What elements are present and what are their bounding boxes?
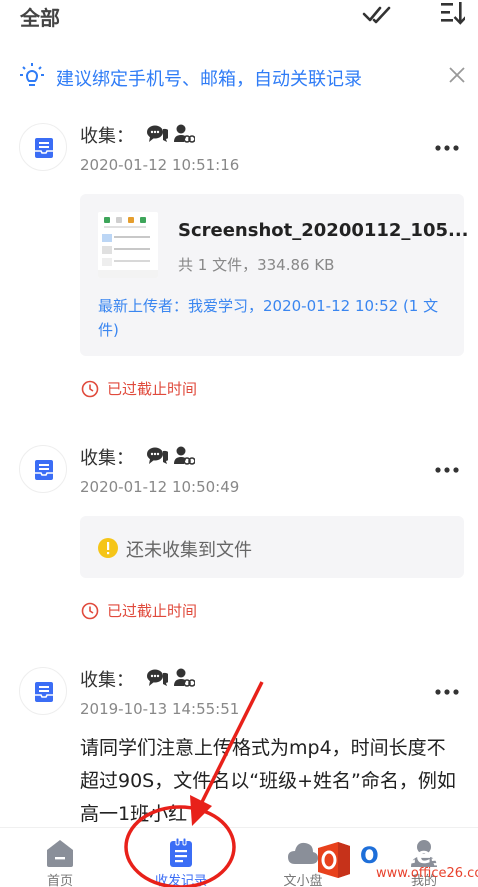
file-thumbnail (98, 212, 158, 278)
inbox-icon (19, 445, 67, 493)
filter-list-icon[interactable] (439, 0, 465, 26)
collect-label: 收集： (80, 670, 134, 691)
close-icon[interactable] (446, 64, 468, 86)
top-bar: 全部 (0, 0, 478, 40)
collect-label: 收集： (80, 126, 134, 147)
more-options-icon[interactable] (434, 144, 460, 152)
watermark: Office教程网 www.office26.com (310, 834, 478, 887)
inbox-icon (19, 123, 67, 171)
watermark-url: www.office26.com (376, 866, 478, 881)
anonymous-user-icon (174, 668, 195, 687)
lightbulb-icon (20, 63, 44, 86)
banner-text[interactable]: 建议绑定手机号、邮箱，自动关联记录 (56, 65, 362, 91)
nav-records[interactable]: 收发记录 (133, 828, 229, 887)
double-check-icon[interactable] (362, 4, 392, 26)
bind-account-banner[interactable]: 建议绑定手机号、邮箱，自动关联记录 (0, 56, 478, 100)
no-files-box: 还未收集到文件 (80, 516, 464, 578)
home-icon (47, 840, 73, 867)
file-summary[interactable]: Screenshot_20200112_105... 共 1 文件，334.86… (80, 194, 469, 356)
chat-icon (147, 447, 168, 464)
anonymous-user-icon (174, 124, 195, 143)
file-meta: 共 1 文件，334.86 KB (178, 256, 335, 274)
latest-uploader: 最新上传者：我爱学习，2020-01-12 10:52 (1 文件) (98, 297, 439, 339)
nav-home[interactable]: 首页 (12, 828, 108, 887)
record-date: 2019-10-13 14:55:51 (80, 700, 240, 718)
warning-icon (98, 538, 118, 558)
record-description: 请同学们注意上传格式为mp4，时间长度不超过90S，文件名以“班级+姓名”命名，… (80, 737, 456, 825)
nav-home-label: 首页 (46, 874, 73, 887)
filter-title[interactable]: 全部 (20, 2, 60, 31)
deadline-status: 已过截止时间 (107, 380, 198, 398)
more-options-icon[interactable] (434, 688, 460, 696)
file-name: Screenshot_20200112_105... (178, 220, 469, 241)
office-logo-icon (318, 842, 350, 878)
record-date: 2020-01-12 10:50:49 (80, 478, 240, 496)
anonymous-user-icon (174, 446, 195, 465)
record-date: 2020-01-12 10:51:16 (80, 156, 240, 174)
clock-icon (81, 602, 99, 620)
chat-icon (147, 669, 168, 686)
no-files-message: 还未收集到文件 (126, 540, 252, 561)
chat-icon (147, 125, 168, 142)
nav-records-label: 收发记录 (154, 874, 207, 887)
more-options-icon[interactable] (434, 466, 460, 474)
clock-icon (81, 380, 99, 398)
records-icon (170, 838, 192, 867)
inbox-icon (19, 667, 67, 715)
deadline-status: 已过截止时间 (107, 602, 198, 620)
collect-label: 收集： (80, 448, 134, 469)
